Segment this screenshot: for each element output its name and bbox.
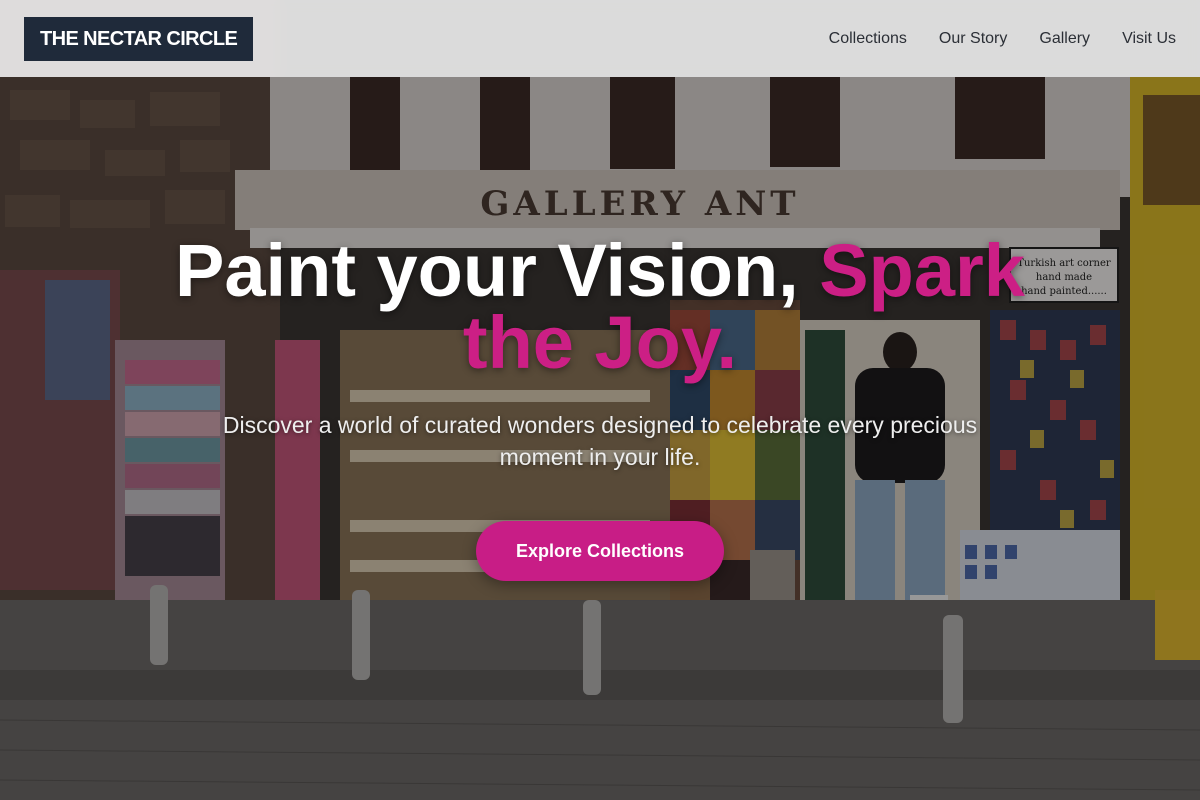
hero-title-main: Paint your Vision, <box>175 229 820 312</box>
nav-link-visit-us[interactable]: Visit Us <box>1122 30 1176 48</box>
main-nav: Collections Our Story Gallery Visit Us <box>829 30 1176 48</box>
nav-link-gallery[interactable]: Gallery <box>1039 30 1090 48</box>
hero-title: Paint your Vision, Spark the Joy. <box>160 234 1040 380</box>
brand-logo[interactable]: THE NECTAR CIRCLE <box>24 16 254 61</box>
explore-collections-button[interactable]: Explore Collections <box>476 521 724 581</box>
hero-section: Paint your Vision, Spark the Joy. Discov… <box>0 234 1200 581</box>
hero-subtitle: Discover a world of curated wonders desi… <box>222 412 978 470</box>
site-header: THE NECTAR CIRCLE Collections Our Story … <box>0 0 1200 77</box>
nav-link-our-story[interactable]: Our Story <box>939 30 1007 48</box>
nav-link-collections[interactable]: Collections <box>829 30 907 48</box>
